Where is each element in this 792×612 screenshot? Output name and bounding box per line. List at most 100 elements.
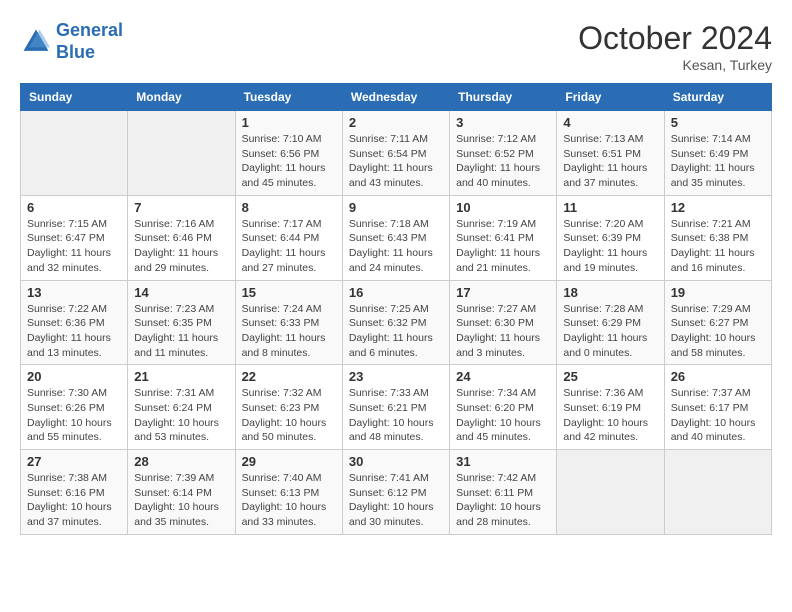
day-number: 7 [134,200,228,215]
day-number: 28 [134,454,228,469]
day-number: 21 [134,369,228,384]
day-detail: Sunrise: 7:28 AMSunset: 6:29 PMDaylight:… [563,302,657,361]
calendar-cell: 11 Sunrise: 7:20 AMSunset: 6:39 PMDayligh… [557,195,664,280]
day-detail: Sunrise: 7:32 AMSunset: 6:23 PMDaylight:… [242,386,336,445]
calendar-cell: 24 Sunrise: 7:34 AMSunset: 6:20 PMDayligh… [450,365,557,450]
location: Kesan, Turkey [578,57,772,73]
day-number: 3 [456,115,550,130]
day-number: 19 [671,285,765,300]
weekday-header: Saturday [664,84,771,111]
day-detail: Sunrise: 7:20 AMSunset: 6:39 PMDaylight:… [563,217,657,276]
day-detail: Sunrise: 7:11 AMSunset: 6:54 PMDaylight:… [349,132,443,191]
day-number: 27 [27,454,121,469]
weekday-header: Wednesday [342,84,449,111]
day-number: 26 [671,369,765,384]
day-number: 11 [563,200,657,215]
calendar-cell: 6 Sunrise: 7:15 AMSunset: 6:47 PMDaylight… [21,195,128,280]
day-number: 10 [456,200,550,215]
day-detail: Sunrise: 7:21 AMSunset: 6:38 PMDaylight:… [671,217,765,276]
day-number: 20 [27,369,121,384]
day-detail: Sunrise: 7:19 AMSunset: 6:41 PMDaylight:… [456,217,550,276]
title-block: October 2024 Kesan, Turkey [578,20,772,73]
day-number: 29 [242,454,336,469]
calendar-cell: 7 Sunrise: 7:16 AMSunset: 6:46 PMDaylight… [128,195,235,280]
day-detail: Sunrise: 7:22 AMSunset: 6:36 PMDaylight:… [27,302,121,361]
calendar-cell: 29Sunrise: 7:40 AMSunset: 6:13 PMDayligh… [235,450,342,535]
calendar-cell: 18 Sunrise: 7:28 AMSunset: 6:29 PMDayligh… [557,280,664,365]
calendar-week-row: 1Sunrise: 7:10 AMSunset: 6:56 PMDaylight… [21,111,772,196]
day-detail: Sunrise: 7:34 AMSunset: 6:20 PMDaylight:… [456,386,550,445]
day-number: 18 [563,285,657,300]
weekday-header: Friday [557,84,664,111]
day-number: 9 [349,200,443,215]
day-number: 23 [349,369,443,384]
calendar-cell: 27 Sunrise: 7:38 AMSunset: 6:16 PMDayligh… [21,450,128,535]
calendar-cell [128,111,235,196]
day-detail: Sunrise: 7:36 AMSunset: 6:19 PMDaylight:… [563,386,657,445]
day-number: 1 [242,115,336,130]
page-header: General Blue October 2024 Kesan, Turkey [20,20,772,73]
day-detail: Sunrise: 7:18 AMSunset: 6:43 PMDaylight:… [349,217,443,276]
day-detail: Sunrise: 7:42 AMSunset: 6:11 PMDaylight:… [456,471,550,530]
calendar-cell: 17Sunrise: 7:27 AMSunset: 6:30 PMDayligh… [450,280,557,365]
calendar-cell: 21 Sunrise: 7:31 AMSunset: 6:24 PMDayligh… [128,365,235,450]
logo: General Blue [20,20,123,63]
calendar-cell: 16Sunrise: 7:25 AMSunset: 6:32 PMDayligh… [342,280,449,365]
calendar-cell: 10 Sunrise: 7:19 AMSunset: 6:41 PMDayligh… [450,195,557,280]
logo-text: General Blue [56,20,123,63]
calendar-cell: 28 Sunrise: 7:39 AMSunset: 6:14 PMDayligh… [128,450,235,535]
calendar-cell: 9 Sunrise: 7:18 AMSunset: 6:43 PMDaylight… [342,195,449,280]
day-detail: Sunrise: 7:38 AMSunset: 6:16 PMDaylight:… [27,471,121,530]
logo-icon [20,26,52,58]
calendar-header: SundayMondayTuesdayWednesdayThursdayFrid… [21,84,772,111]
calendar-cell: 14 Sunrise: 7:23 AMSunset: 6:35 PMDayligh… [128,280,235,365]
day-number: 25 [563,369,657,384]
day-detail: Sunrise: 7:15 AMSunset: 6:47 PMDaylight:… [27,217,121,276]
day-number: 4 [563,115,657,130]
day-detail: Sunrise: 7:13 AMSunset: 6:51 PMDaylight:… [563,132,657,191]
day-number: 8 [242,200,336,215]
calendar-week-row: 6 Sunrise: 7:15 AMSunset: 6:47 PMDaylight… [21,195,772,280]
day-detail: Sunrise: 7:33 AMSunset: 6:21 PMDaylight:… [349,386,443,445]
calendar-cell [21,111,128,196]
month-year: October 2024 [578,20,772,57]
calendar-cell [557,450,664,535]
day-number: 16 [349,285,443,300]
calendar-cell: 1Sunrise: 7:10 AMSunset: 6:56 PMDaylight… [235,111,342,196]
day-detail: Sunrise: 7:37 AMSunset: 6:17 PMDaylight:… [671,386,765,445]
day-detail: Sunrise: 7:23 AMSunset: 6:35 PMDaylight:… [134,302,228,361]
day-detail: Sunrise: 7:16 AMSunset: 6:46 PMDaylight:… [134,217,228,276]
calendar-cell: 3 Sunrise: 7:12 AMSunset: 6:52 PMDaylight… [450,111,557,196]
day-number: 12 [671,200,765,215]
calendar-cell: 26 Sunrise: 7:37 AMSunset: 6:17 PMDayligh… [664,365,771,450]
calendar-week-row: 20 Sunrise: 7:30 AMSunset: 6:26 PMDayligh… [21,365,772,450]
weekday-header: Sunday [21,84,128,111]
calendar-cell [664,450,771,535]
day-detail: Sunrise: 7:17 AMSunset: 6:44 PMDaylight:… [242,217,336,276]
calendar-table: SundayMondayTuesdayWednesdayThursdayFrid… [20,83,772,535]
day-number: 31 [456,454,550,469]
day-detail: Sunrise: 7:14 AMSunset: 6:49 PMDaylight:… [671,132,765,191]
calendar-cell: 2Sunrise: 7:11 AMSunset: 6:54 PMDaylight… [342,111,449,196]
day-number: 13 [27,285,121,300]
weekday-header: Tuesday [235,84,342,111]
calendar-cell: 12 Sunrise: 7:21 AMSunset: 6:38 PMDayligh… [664,195,771,280]
calendar-cell: 15Sunrise: 7:24 AMSunset: 6:33 PMDayligh… [235,280,342,365]
calendar-cell: 22Sunrise: 7:32 AMSunset: 6:23 PMDayligh… [235,365,342,450]
calendar-week-row: 27 Sunrise: 7:38 AMSunset: 6:16 PMDayligh… [21,450,772,535]
day-detail: Sunrise: 7:39 AMSunset: 6:14 PMDaylight:… [134,471,228,530]
day-number: 24 [456,369,550,384]
day-detail: Sunrise: 7:27 AMSunset: 6:30 PMDaylight:… [456,302,550,361]
day-detail: Sunrise: 7:31 AMSunset: 6:24 PMDaylight:… [134,386,228,445]
day-detail: Sunrise: 7:29 AMSunset: 6:27 PMDaylight:… [671,302,765,361]
calendar-cell: 8 Sunrise: 7:17 AMSunset: 6:44 PMDaylight… [235,195,342,280]
day-number: 5 [671,115,765,130]
calendar-cell: 20 Sunrise: 7:30 AMSunset: 6:26 PMDayligh… [21,365,128,450]
day-number: 6 [27,200,121,215]
day-number: 14 [134,285,228,300]
calendar-cell: 5 Sunrise: 7:14 AMSunset: 6:49 PMDaylight… [664,111,771,196]
calendar-cell: 4 Sunrise: 7:13 AMSunset: 6:51 PMDaylight… [557,111,664,196]
day-detail: Sunrise: 7:24 AMSunset: 6:33 PMDaylight:… [242,302,336,361]
day-detail: Sunrise: 7:12 AMSunset: 6:52 PMDaylight:… [456,132,550,191]
day-detail: Sunrise: 7:30 AMSunset: 6:26 PMDaylight:… [27,386,121,445]
